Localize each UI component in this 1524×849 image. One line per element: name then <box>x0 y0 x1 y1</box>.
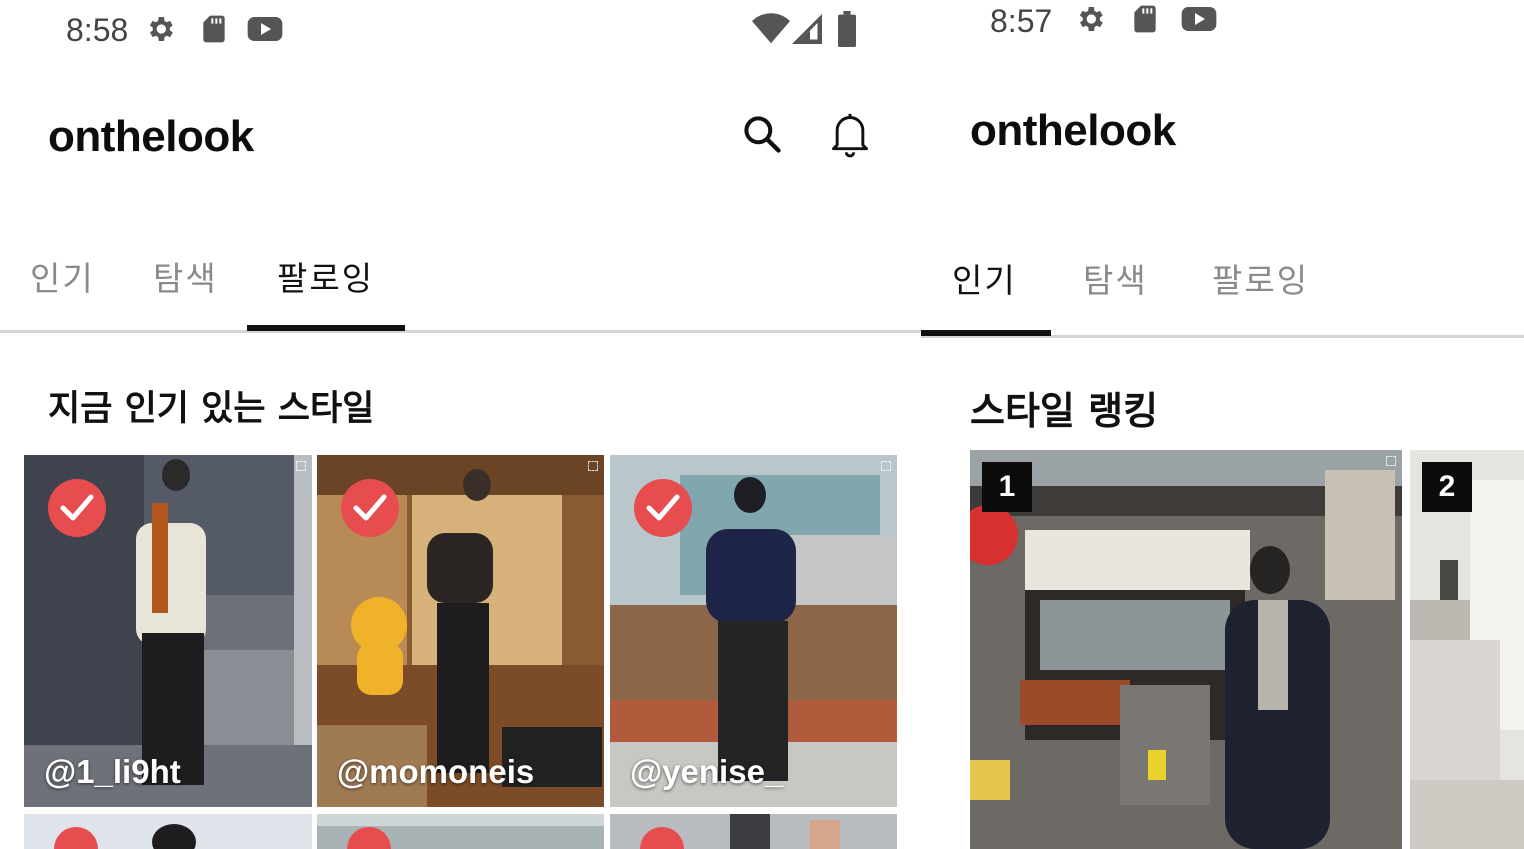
tab-divider <box>0 330 921 333</box>
style-photo <box>610 814 897 849</box>
user-handle[interactable]: @momoneis <box>337 753 534 791</box>
check-badge <box>634 479 692 537</box>
status-time: 8:58 <box>66 12 129 48</box>
expand-icon <box>296 461 306 471</box>
status-time: 8:57 <box>990 3 1053 39</box>
feed-card[interactable] <box>24 814 312 849</box>
style-photo <box>317 814 604 849</box>
section-title: 스타일 랭킹 <box>970 389 1159 433</box>
feed-card[interactable]: @momoneis <box>317 455 604 807</box>
active-tab-indicator <box>247 325 405 331</box>
checkmark-icon <box>60 494 94 521</box>
ranking-card[interactable]: 2 <box>1410 450 1524 849</box>
gear-icon <box>1074 3 1106 35</box>
section-title: 지금 인기 있는 스타일 <box>48 389 375 429</box>
ranking-card[interactable]: 1 <box>970 450 1402 849</box>
search-icon[interactable] <box>740 112 784 160</box>
user-handle[interactable]: @yenise_ <box>630 753 783 791</box>
feed-card[interactable]: @1_li9ht <box>24 455 312 807</box>
expand-icon <box>1386 456 1396 466</box>
tab-explore[interactable]: 탐색 <box>1083 254 1148 302</box>
status-bar: 8:58 <box>0 0 921 60</box>
tab-popular[interactable]: 인기 <box>30 252 95 300</box>
tab-following[interactable]: 팔로잉 <box>277 252 374 300</box>
signal-icon <box>792 13 822 45</box>
expand-icon <box>881 461 891 471</box>
app-title: onthelook <box>48 112 254 161</box>
feed-card[interactable] <box>317 814 604 849</box>
status-bar: 8:57 <box>921 0 1524 60</box>
feed-card[interactable]: @yenise_ <box>610 455 897 807</box>
rank-badge: 1 <box>982 462 1032 512</box>
popular-screen: 8:57 onthelook 인기 탐색 팔로잉 스타일 랭킹 1 2 <box>921 0 1524 849</box>
gear-icon <box>144 13 176 45</box>
rank-badge: 2 <box>1422 462 1472 512</box>
sd-card-icon <box>1129 3 1161 35</box>
tab-following[interactable]: 팔로잉 <box>1212 254 1309 302</box>
check-badge <box>48 479 106 537</box>
battery-icon <box>836 11 858 48</box>
tab-explore[interactable]: 탐색 <box>153 252 218 300</box>
check-badge <box>341 479 399 537</box>
style-photo <box>970 450 1402 849</box>
user-handle[interactable]: @1_li9ht <box>44 753 181 791</box>
bell-icon[interactable] <box>828 110 872 158</box>
wifi-icon <box>752 12 790 44</box>
following-screen: 8:58 onthelook 인기 탐색 팔로잉 지금 인기 있는 스타일 @1… <box>0 0 921 849</box>
youtube-icon <box>246 13 284 45</box>
checkmark-icon <box>353 494 387 521</box>
expand-icon <box>588 461 598 471</box>
app-title: onthelook <box>970 106 1176 155</box>
style-photo <box>24 814 312 849</box>
feed-card[interactable] <box>610 814 897 849</box>
youtube-icon <box>1180 3 1218 35</box>
active-tab-indicator <box>921 330 1051 336</box>
tab-popular[interactable]: 인기 <box>952 254 1017 302</box>
sd-card-icon <box>198 13 230 45</box>
checkmark-icon <box>646 494 680 521</box>
